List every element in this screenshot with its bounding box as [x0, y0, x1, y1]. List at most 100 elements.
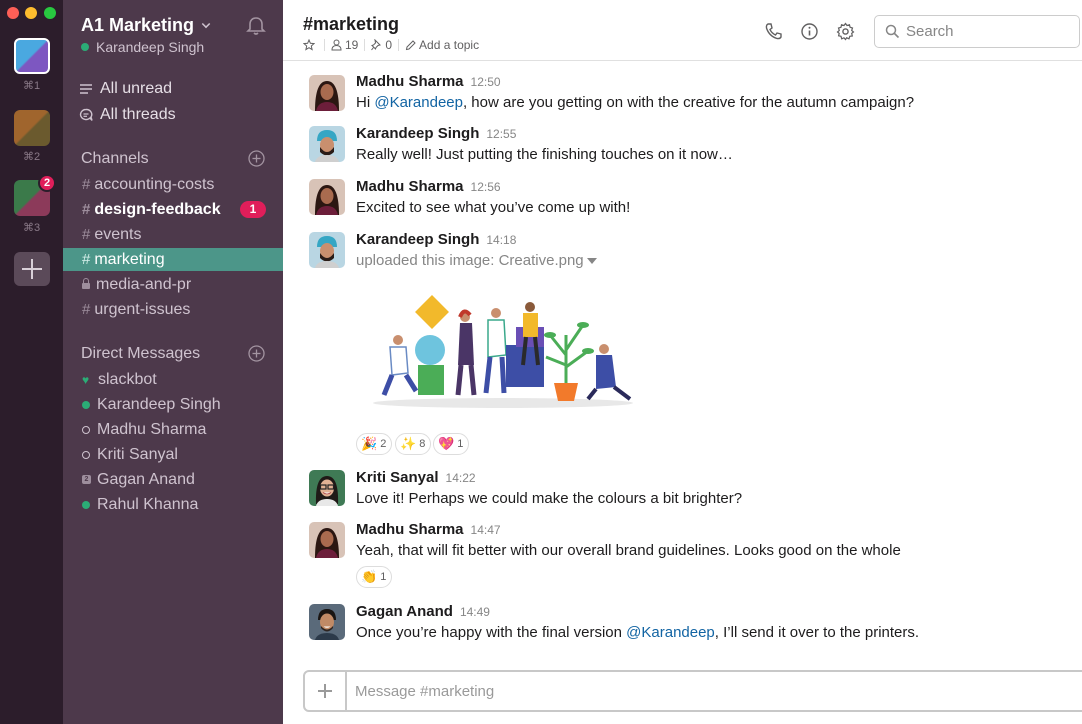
divider: [364, 39, 366, 51]
dm-slackbot[interactable]: ♥ slackbot: [63, 368, 283, 391]
channel-label: marketing: [94, 250, 165, 268]
reaction-count: 2: [380, 438, 387, 450]
channels-section-title[interactable]: Channels: [81, 150, 149, 168]
message-author[interactable]: Madhu Sharma: [356, 521, 464, 538]
window-close-button[interactable]: [7, 7, 19, 19]
channel-urgent-issues[interactable]: # urgent-issues: [63, 298, 283, 321]
threads-icon: [79, 108, 93, 121]
online-status-icon: [82, 400, 90, 409]
channel-marketing[interactable]: # marketing: [63, 248, 283, 271]
pinned-count[interactable]: 0: [371, 38, 392, 52]
workspace-3-shortcut: ⌘3: [22, 222, 41, 234]
message-author[interactable]: Gagan Anand: [356, 603, 453, 620]
message-text-part: Hi: [356, 94, 375, 111]
nav-all-unread-label: All unread: [100, 80, 173, 97]
channel-events[interactable]: # events: [63, 223, 283, 246]
message-author[interactable]: Madhu Sharma: [356, 178, 464, 195]
message-text: Excited to see what you’ve come up with!: [356, 199, 631, 216]
workspace-1-icon[interactable]: [14, 38, 50, 74]
message-time[interactable]: 12:56: [471, 180, 501, 194]
caret-down-icon[interactable]: [586, 257, 597, 264]
message-author[interactable]: Karandeep Singh: [356, 125, 479, 142]
star-icon[interactable]: [303, 39, 315, 51]
dm-rahul-khanna[interactable]: Rahul Khanna: [63, 493, 283, 516]
search-icon: [885, 24, 900, 39]
gear-icon[interactable]: [836, 22, 855, 41]
current-user-name: Karandeep Singh: [96, 39, 205, 55]
unread-badge: 1: [240, 201, 266, 218]
add-channel-icon[interactable]: [248, 150, 265, 167]
member-count[interactable]: 19: [331, 38, 358, 52]
message-author[interactable]: Karandeep Singh: [356, 231, 479, 248]
reaction-sparkling-heart[interactable]: 💖 1: [433, 433, 470, 455]
workspace-3-unread-badge: 2: [38, 174, 56, 192]
workspace-2-icon[interactable]: [14, 110, 50, 146]
message-time[interactable]: 12:55: [486, 127, 516, 141]
message-time[interactable]: 14:49: [460, 605, 490, 619]
message-time[interactable]: 14:22: [446, 471, 476, 485]
avatar-madhu-sharma[interactable]: [309, 522, 345, 558]
message-time[interactable]: 14:47: [471, 523, 501, 537]
avatar-madhu-sharma[interactable]: [309, 75, 345, 111]
channel-design-feedback[interactable]: # design-feedback 1: [63, 198, 283, 221]
dm-madhu-sharma[interactable]: Madhu Sharma: [63, 418, 283, 441]
add-workspace-button[interactable]: [14, 252, 50, 286]
message-text: Yeah, that will fit better with our over…: [356, 542, 901, 559]
reaction-tada[interactable]: 🎉 2: [356, 433, 393, 455]
search-box[interactable]: Search: [874, 15, 1080, 48]
channel-label: design-feedback: [94, 200, 221, 218]
mention-link[interactable]: @Karandeep: [374, 94, 463, 111]
attach-plus-button[interactable]: [305, 672, 347, 710]
channel-media-and-pr[interactable]: media-and-pr: [63, 273, 283, 296]
reaction-clap[interactable]: 👏 1: [356, 566, 393, 588]
message-author[interactable]: Kriti Sanyal: [356, 469, 439, 486]
bell-icon[interactable]: [245, 15, 267, 37]
direct-messages-section-title[interactable]: Direct Messages: [81, 345, 200, 363]
uploaded-image[interactable]: [368, 295, 638, 415]
channel-accounting-costs[interactable]: # accounting-costs: [63, 173, 283, 196]
message-text: Love it! Perhaps we could make the colou…: [356, 490, 743, 507]
channel-title[interactable]: #marketing: [303, 14, 399, 35]
channel-label: events: [94, 225, 142, 243]
hash-icon: #: [82, 176, 91, 193]
message-author[interactable]: Madhu Sharma: [356, 73, 464, 90]
dm-label: slackbot: [98, 370, 157, 388]
pin-icon: [371, 39, 382, 51]
info-icon[interactable]: [800, 22, 819, 41]
chevron-down-icon[interactable]: [201, 19, 211, 29]
upload-caption[interactable]: uploaded this image: Creative.png: [356, 252, 597, 269]
sparkling-heart-icon: 💖: [438, 436, 455, 451]
dm-kriti-sanyal[interactable]: Kriti Sanyal: [63, 443, 283, 466]
message-time[interactable]: 12:50: [471, 75, 501, 89]
workspace-1-shortcut: ⌘1: [22, 80, 41, 92]
dm-gagan-anand[interactable]: 2 Gagan Anand: [63, 468, 283, 491]
mention-link[interactable]: @Karandeep: [626, 624, 715, 641]
divider: [324, 39, 325, 51]
current-user[interactable]: Karandeep Singh: [81, 39, 204, 55]
nav-all-unread[interactable]: All unread: [79, 80, 172, 98]
message-header: Kriti Sanyal 14:22: [356, 469, 476, 486]
sidebar: A1 Marketing Karandeep Singh All unread …: [63, 0, 283, 724]
person-icon: [331, 39, 342, 51]
reaction-sparkles[interactable]: ✨ 8: [395, 433, 432, 455]
avatar-kriti-sanyal[interactable]: [309, 470, 345, 506]
message-composer: [303, 670, 1082, 712]
window-zoom-button[interactable]: [44, 7, 56, 19]
add-topic-link[interactable]: Add a topic: [405, 38, 479, 52]
dm-karandeep-singh[interactable]: Karandeep Singh: [63, 393, 283, 416]
team-name[interactable]: A1 Marketing: [81, 15, 194, 36]
message-input[interactable]: [355, 680, 955, 702]
heart-icon: ♥: [82, 372, 90, 387]
pinned-count-value: 0: [385, 38, 393, 52]
phone-icon[interactable]: [764, 22, 783, 41]
message-header: Gagan Anand 14:49: [356, 603, 490, 620]
avatar-gagan-anand[interactable]: [309, 604, 345, 640]
window-minimize-button[interactable]: [25, 7, 37, 19]
search-placeholder: Search: [906, 23, 954, 40]
avatar-madhu-sharma[interactable]: [309, 179, 345, 215]
avatar-karandeep-singh[interactable]: [309, 126, 345, 162]
message-time[interactable]: 14:18: [486, 233, 516, 247]
avatar-karandeep-singh[interactable]: [309, 232, 345, 268]
add-dm-icon[interactable]: [248, 345, 265, 362]
nav-all-threads[interactable]: All threads: [79, 106, 176, 124]
